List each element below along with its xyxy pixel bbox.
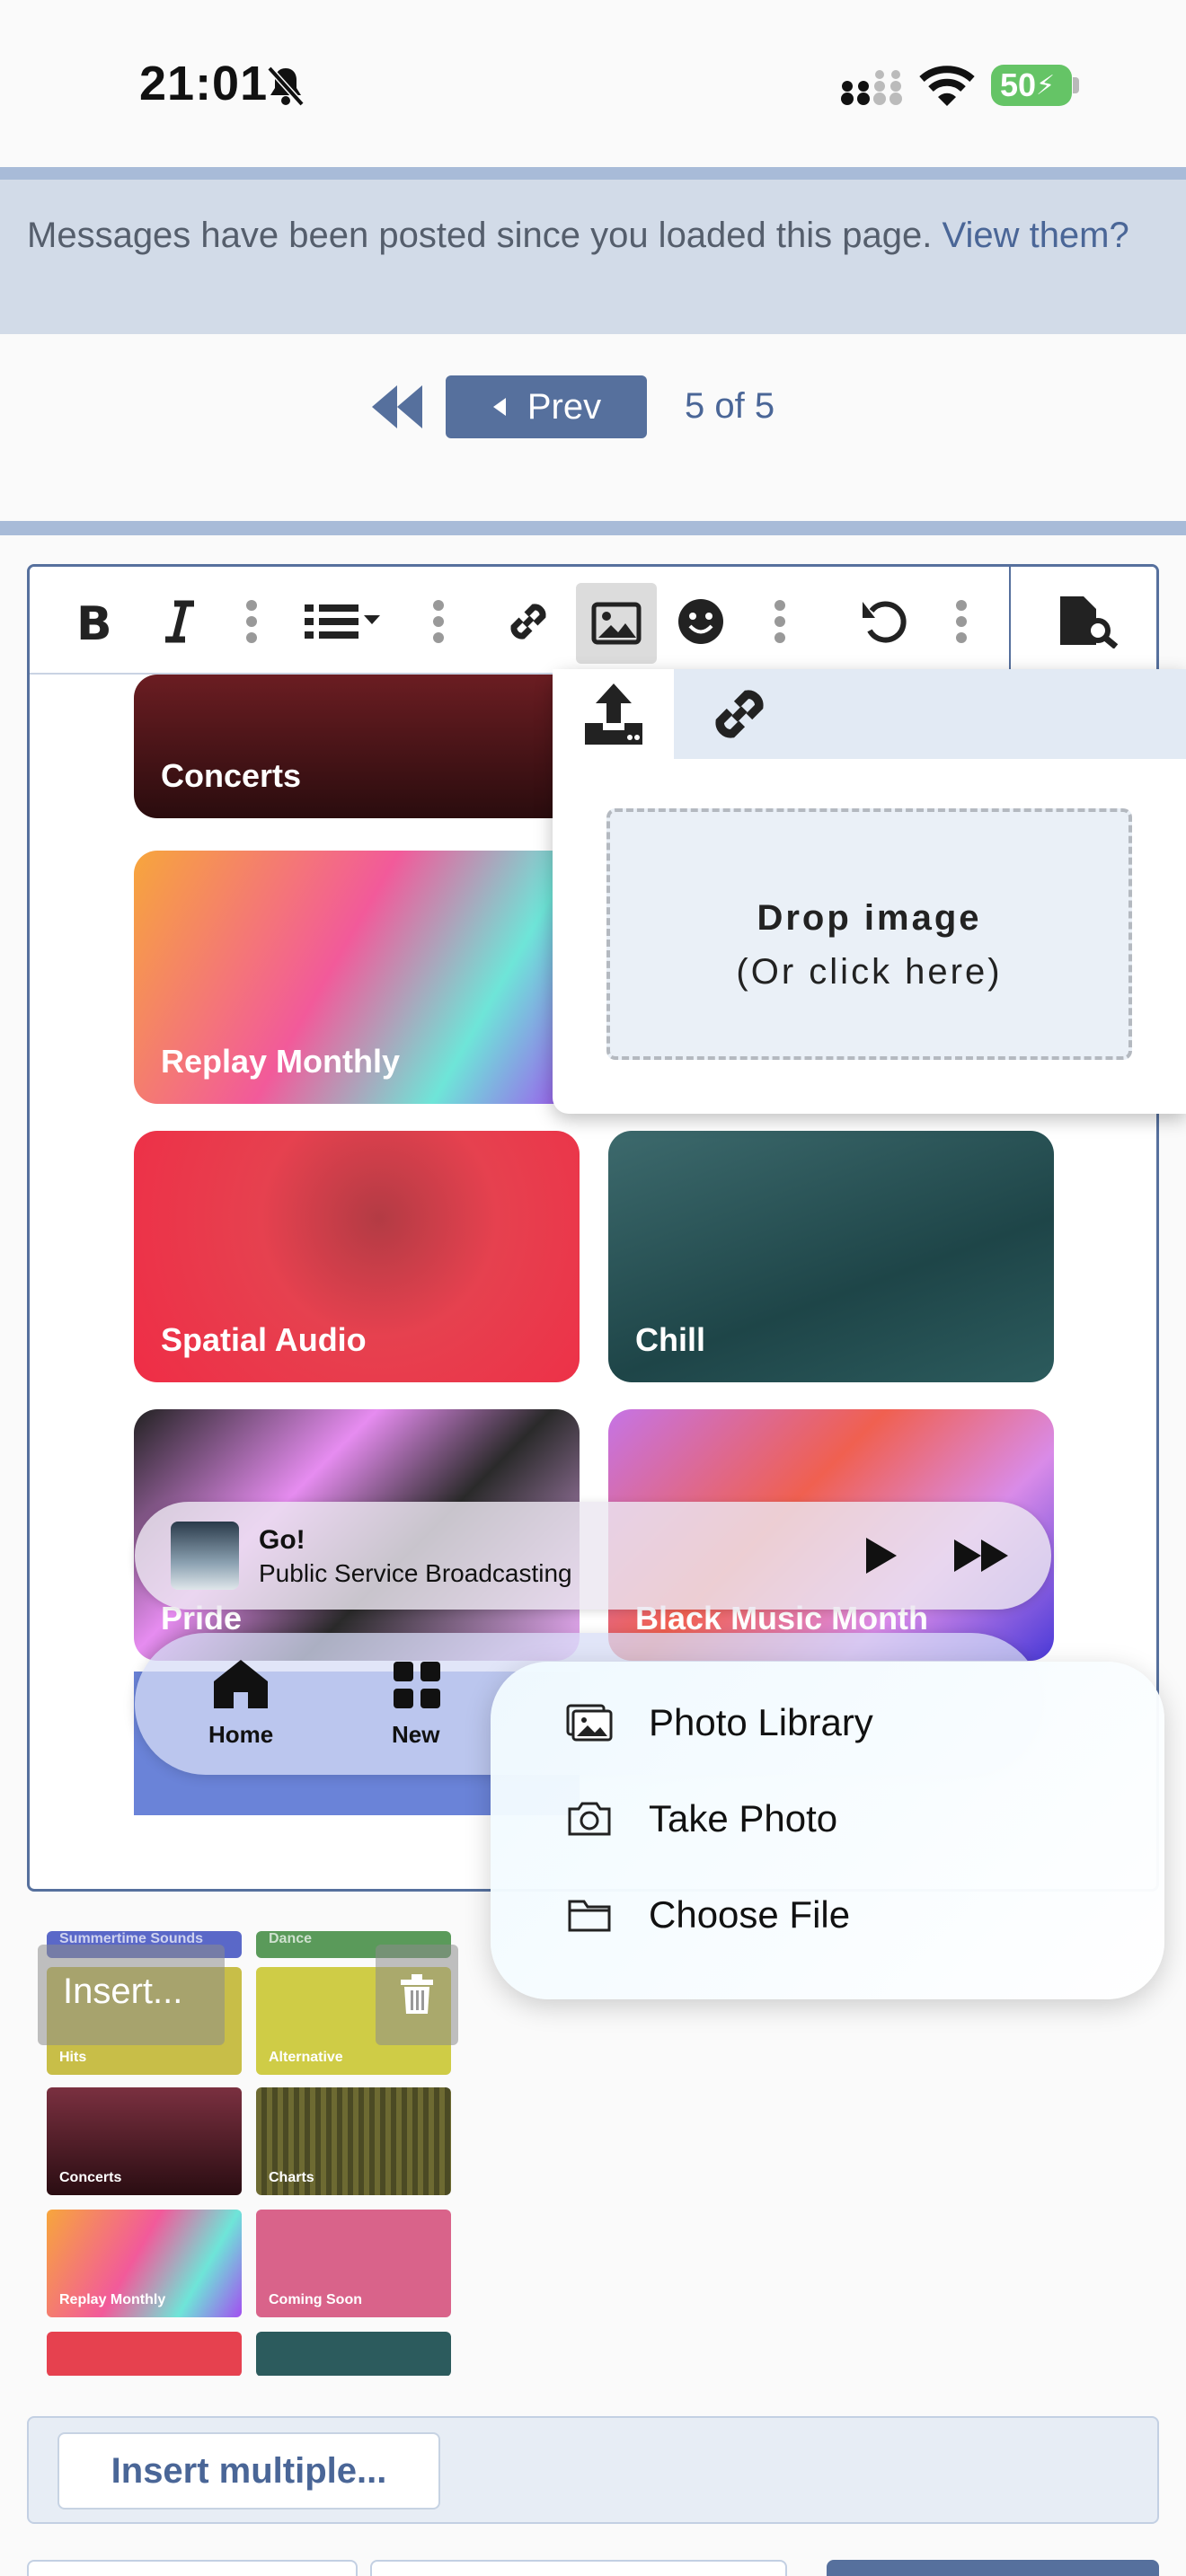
view-them-link[interactable]: View them? — [942, 216, 1128, 255]
divider — [0, 167, 1186, 180]
tile-spatial-audio: Spatial Audio — [134, 1131, 580, 1382]
page-info: 5 of 5 — [685, 386, 775, 426]
track-artist: Public Service Broadcasting — [259, 1559, 572, 1587]
tab-upload[interactable] — [553, 669, 674, 759]
italic-button[interactable] — [152, 594, 208, 649]
emoji-button[interactable] — [673, 594, 729, 649]
svg-text:B: B — [76, 598, 112, 645]
italic-icon — [165, 600, 194, 643]
photo-library-icon — [566, 1704, 613, 1742]
play-icon — [866, 1538, 897, 1574]
tab-home-label: Home — [208, 1721, 274, 1748]
divider — [0, 521, 1186, 535]
menu-item-take-photo[interactable]: Take Photo — [566, 1774, 837, 1864]
tile-label: Spatial Audio — [161, 1321, 367, 1358]
toolbar-separator — [1009, 567, 1011, 675]
tile-concerts: Concerts — [134, 675, 580, 818]
drop-image-zone[interactable]: Drop image (Or click here) — [606, 808, 1132, 1060]
tile-label: Concerts — [161, 757, 302, 794]
bottom-button[interactable] — [370, 2560, 787, 2576]
bottom-button[interactable] — [27, 2560, 358, 2576]
menu-item-label: Photo Library — [649, 1701, 873, 1743]
image-button[interactable] — [576, 583, 657, 664]
tab-link[interactable] — [705, 680, 786, 748]
link-icon — [715, 690, 764, 738]
more-button[interactable] — [752, 594, 808, 649]
more-icon — [433, 600, 444, 643]
thumb-chill[interactable] — [256, 2332, 451, 2376]
more-icon — [246, 600, 257, 643]
tile-replay-monthly: Replay Monthly — [134, 851, 580, 1104]
upload-icon — [585, 684, 642, 745]
more-button[interactable] — [411, 594, 466, 649]
track-title: Go! — [259, 1525, 305, 1555]
list-icon — [305, 604, 380, 639]
new-messages-notice: Messages have been posted since you load… — [0, 180, 1186, 334]
delete-image-button[interactable] — [376, 1945, 458, 2045]
more-icon — [774, 600, 785, 643]
folder-icon — [568, 1900, 611, 1932]
submit-button[interactable] — [827, 2560, 1159, 2576]
camera-icon — [568, 1802, 611, 1836]
forward-icon — [954, 1539, 1008, 1572]
prev-label: Prev — [527, 386, 602, 427]
undo-icon — [863, 601, 907, 643]
insert-overlay-button[interactable]: Insert... — [38, 1945, 225, 2045]
battery-cap — [1073, 77, 1079, 93]
link-icon — [510, 604, 546, 640]
menu-item-photo-library[interactable]: Photo Library — [566, 1678, 873, 1768]
first-page-icon[interactable] — [368, 382, 426, 432]
menu-item-label: Take Photo — [649, 1797, 838, 1839]
menu-item-choose-file[interactable]: Choose File — [566, 1870, 850, 1960]
insert-multiple-button[interactable]: Insert multiple... — [58, 2432, 440, 2510]
grid-icon — [394, 1662, 440, 1708]
menu-item-label: Choose File — [649, 1893, 851, 1936]
more-button[interactable] — [224, 594, 279, 649]
thumb-coming-soon[interactable]: Coming Soon — [256, 2210, 451, 2317]
thumb-spatial-audio[interactable] — [47, 2332, 242, 2376]
wifi-icon — [919, 66, 975, 106]
thumb-charts[interactable]: Charts — [256, 2087, 451, 2195]
tile-label: Replay Monthly — [161, 1043, 401, 1080]
cell-signal-icon — [841, 70, 902, 105]
more-button[interactable] — [934, 594, 989, 649]
bold-button[interactable]: B — [66, 594, 121, 649]
tile-label: Chill — [635, 1321, 705, 1358]
preview-icon — [1060, 596, 1119, 648]
drop-title: Drop image — [757, 898, 982, 938]
drop-subtitle: (Or click here) — [736, 952, 1003, 992]
link-button[interactable] — [500, 594, 556, 649]
emoji-icon — [678, 599, 723, 644]
album-art — [171, 1522, 239, 1590]
battery-indicator: 50 ⚡ — [991, 65, 1072, 106]
trash-icon — [401, 1974, 433, 2014]
status-time: 21:01 — [139, 57, 269, 110]
image-icon — [591, 602, 642, 645]
thumb-replay-monthly[interactable]: Replay Monthly — [47, 2210, 242, 2317]
tab-new-label: New — [392, 1721, 440, 1748]
preview-button[interactable] — [1052, 594, 1124, 649]
home-icon — [214, 1660, 268, 1708]
caret-left-icon — [492, 398, 506, 416]
bell-muted-icon — [267, 66, 305, 107]
insert-multiple-bar: Insert multiple... — [27, 2416, 1159, 2524]
tile-chill: Chill — [608, 1131, 1054, 1382]
thumb-concerts[interactable]: Concerts — [47, 2087, 242, 2195]
bold-icon: B — [76, 598, 112, 645]
image-upload-popover: Drop image (Or click here) — [553, 669, 1186, 1114]
upload-source-menu: Photo Library Take Photo Choose File — [491, 1662, 1164, 1999]
undo-button[interactable] — [856, 594, 912, 649]
now-playing-bar: Go! Public Service Broadcasting — [135, 1502, 1051, 1610]
prev-button[interactable]: Prev — [446, 375, 647, 438]
editor-toolbar: B — [30, 567, 1156, 675]
more-icon — [956, 600, 967, 643]
list-button[interactable] — [299, 594, 389, 649]
notice-text: Messages have been posted since you load… — [27, 216, 943, 255]
